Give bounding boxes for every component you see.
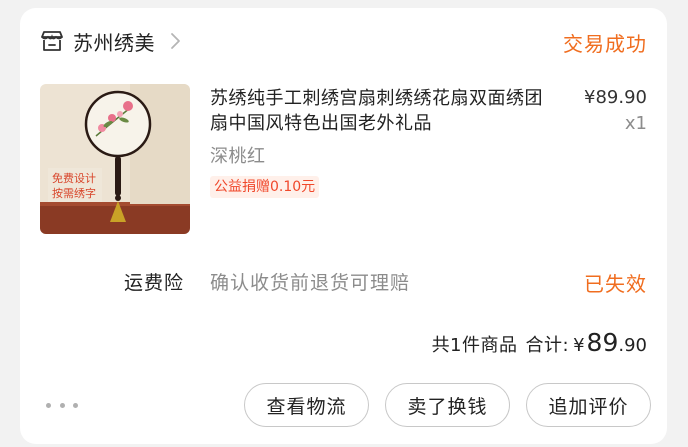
chevron-right-icon (169, 32, 181, 50)
shipping-insurance-status: 已失效 (584, 272, 647, 296)
order-summary: 共1件商品 合计: ¥ 89 .90 (432, 328, 647, 357)
charity-badge: 公益捐赠0.10元 (210, 176, 320, 198)
product-price: ¥89.90 (584, 87, 647, 108)
total-currency: ¥ (573, 335, 585, 356)
add-review-button[interactable]: 追加评价 (526, 383, 651, 427)
image-text-line1: 免费设计 (52, 171, 96, 185)
product-title[interactable]: 苏绣纯手工刺绣宫扇刺绣绣花扇双面绣团扇中国风特色出国老外礼品 (210, 86, 555, 136)
shop-name[interactable]: 苏州绣美 (73, 27, 155, 56)
total-label: 合计: (525, 335, 570, 356)
order-card: 苏州绣美 交易成功 免费设计 按需绣字 苏绣纯手工刺绣宫扇刺绣绣花扇双面绣团扇中… (20, 8, 667, 444)
sell-for-cash-button[interactable]: 卖了换钱 (385, 383, 510, 427)
shipping-insurance-description: 确认收货前退货可理赔 (210, 272, 411, 294)
shipping-insurance-label: 运费险 (124, 272, 185, 294)
more-dots-icon[interactable] (46, 399, 78, 411)
store-icon (40, 30, 64, 52)
product-quantity: x1 (624, 113, 647, 134)
image-text-line2: 按需绣字 (52, 186, 96, 200)
total-amount-decimal: .90 (618, 335, 647, 356)
product-variant: 深桃红 (210, 146, 266, 167)
item-count: 共1件商品 (431, 335, 518, 356)
view-logistics-button[interactable]: 查看物流 (244, 383, 369, 427)
product-image[interactable]: 免费设计 按需绣字 (40, 84, 190, 234)
shop-header[interactable]: 苏州绣美 (40, 27, 181, 56)
total-amount-integer: 89 (586, 328, 619, 357)
order-status: 交易成功 (563, 32, 647, 56)
